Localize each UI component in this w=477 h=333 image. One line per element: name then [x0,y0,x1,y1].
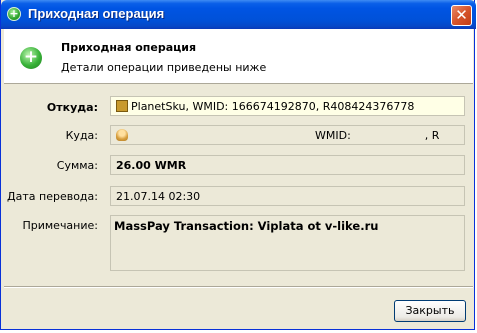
to-wmid: WMID: [315,129,351,142]
window-title: Приходная операция [28,6,165,21]
close-button[interactable]: ✕ [451,5,472,26]
from-field[interactable]: PlanetSku, WMID: 166674192870, R40842437… [110,96,465,116]
to-purse: , R [424,129,440,142]
dialog-window: + Приходная операция ✕ + Приходная опера… [0,0,476,330]
user-icon [116,129,128,141]
header-title: Приходная операция [61,41,197,54]
sum-field[interactable]: 26.00 WMR [110,155,465,175]
date-label: Дата перевода: [7,190,98,203]
header-subtitle: Детали операции приведены ниже [61,61,267,74]
date-field[interactable]: 21.07.14 02:30 [110,186,465,206]
note-field[interactable]: MassPay Transaction: Viplata ot v-like.r… [110,215,465,271]
to-field[interactable]: WMID: , R [110,125,465,145]
from-value: PlanetSku, WMID: 166674192870, R40842437… [131,100,415,113]
from-label: Откуда: [46,101,98,114]
close-dialog-button[interactable]: Закрыть [394,300,466,322]
title-bar[interactable]: + Приходная операция ✕ [1,0,476,29]
wallet-icon [116,100,128,112]
dialog-header: + Приходная операция Детали операции при… [4,29,473,84]
note-label: Примечание: [22,219,98,232]
plus-icon: + [7,7,21,21]
to-label: Куда: [65,129,98,142]
footer-divider [4,286,473,288]
incoming-operation-icon: + [20,47,42,69]
sum-label: Сумма: [56,159,98,172]
